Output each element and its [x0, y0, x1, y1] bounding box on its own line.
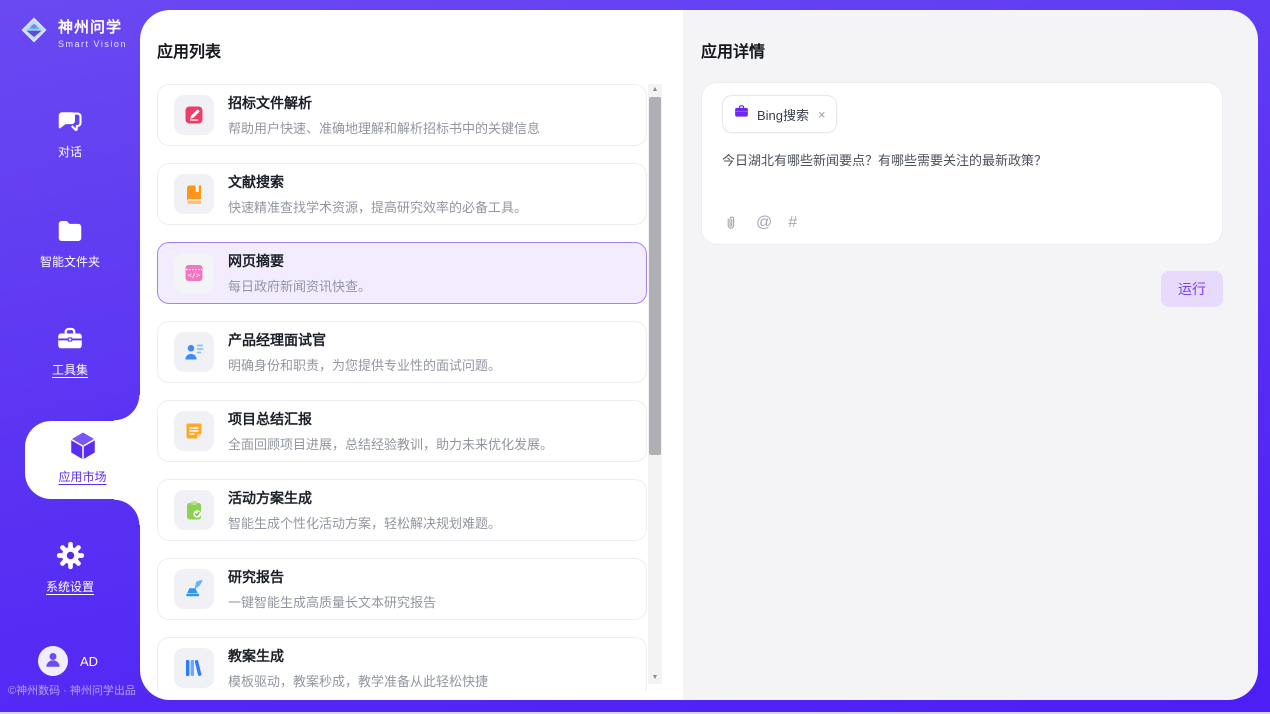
sidebar-item-label: 系统设置 [0, 578, 140, 595]
at-icon[interactable]: @ [756, 214, 772, 232]
sidebar-item-label: 智能文件夹 [0, 253, 140, 270]
scroll-down-icon[interactable]: ▼ [648, 672, 662, 684]
interviewer-icon [174, 332, 214, 372]
diamond-logo-icon [16, 12, 52, 53]
app-title: 网页摘要 [228, 251, 371, 271]
app-card-project-summary[interactable]: 项目总结汇报 全面回顾项目进展，总结经验教训，助力未来优化发展。 [157, 400, 647, 462]
folder-icon [0, 216, 140, 246]
avatar [38, 646, 68, 676]
sidebar-item-settings[interactable]: 系统设置 [0, 540, 140, 595]
svg-text:</>: </> [188, 272, 201, 280]
app-desc: 快速精准查找学术资源，提高研究效率的必备工具。 [228, 197, 527, 216]
app-desc: 一键智能生成高质量长文本研究报告 [228, 592, 436, 611]
app-card-web-summary[interactable]: </> 网页摘要 每日政府新闻资讯快查。 [157, 242, 647, 304]
sidebar-item-smart-folder[interactable]: 智能文件夹 [0, 216, 140, 270]
app-title: 教案生成 [228, 646, 488, 666]
briefcase-icon [733, 103, 750, 125]
browser-code-icon: </> [174, 253, 214, 293]
tool-tag-bing-search[interactable]: Bing搜索 × [722, 95, 837, 133]
app-title: 活动方案生成 [228, 488, 501, 508]
app-logo: 神州问学 Smart Vision [16, 12, 127, 53]
app-card-literature-search[interactable]: 文献搜索 快速精准查找学术资源，提高研究效率的必备工具。 [157, 163, 647, 225]
app-desc: 智能生成个性化活动方案，轻松解决规划难题。 [228, 513, 501, 532]
sidebar-item-label: 应用市场 [25, 468, 140, 485]
logo-title: 神州问学 [58, 16, 127, 37]
app-card-pm-interviewer[interactable]: 产品经理面试官 明确身份和职责，为您提供专业性的面试问题。 [157, 321, 647, 383]
copyright-footer: ©神州数码 · 神州问学出品 [8, 682, 136, 698]
app-title: 研究报告 [228, 567, 436, 587]
tool-tag-label: Bing搜索 [757, 105, 809, 124]
app-title: 产品经理面试官 [228, 330, 501, 350]
note-icon [174, 411, 214, 451]
run-button[interactable]: 运行 [1161, 271, 1223, 307]
sidebar-item-app-market[interactable]: 应用市场 [25, 421, 140, 499]
app-card-tender-parse[interactable]: 招标文件解析 帮助用户快速、准确地理解和解析招标书中的关键信息 [157, 84, 647, 146]
app-card-lesson-plan[interactable]: 教案生成 模板驱动，教案秒成，教学准备从此轻松快捷 [157, 637, 647, 692]
input-toolbar: @ # [722, 214, 797, 232]
scrollbar-thumb[interactable] [649, 97, 661, 455]
app-desc: 每日政府新闻资讯快查。 [228, 276, 371, 295]
books-icon [174, 648, 214, 688]
app-list-title: 应用列表 [157, 38, 221, 62]
logo-subtitle: Smart Vision [58, 39, 127, 49]
book-icon [174, 174, 214, 214]
sidebar: 神州问学 Smart Vision 对话 智能文件夹 [0, 0, 140, 714]
app-desc: 全面回顾项目进展，总结经验教训，助力未来优化发展。 [228, 434, 553, 453]
user-initials: AD [80, 654, 98, 669]
sidebar-item-toolkit[interactable]: 工具集 [0, 324, 140, 378]
gear-icon [0, 540, 140, 571]
pencil-square-icon [174, 95, 214, 135]
sidebar-item-label: 对话 [0, 143, 140, 160]
app-title: 项目总结汇报 [228, 409, 553, 429]
app-desc: 模板驱动，教案秒成，教学准备从此轻松快捷 [228, 671, 488, 690]
close-icon[interactable]: × [818, 108, 826, 121]
app-detail-title: 应用详情 [701, 38, 765, 62]
sidebar-item-label: 工具集 [0, 361, 140, 378]
chat-icon [0, 106, 140, 136]
hash-icon[interactable]: # [788, 214, 797, 232]
app-desc: 帮助用户快速、准确地理解和解析招标书中的关键信息 [228, 118, 540, 137]
sidebar-item-chat[interactable]: 对话 [0, 106, 140, 160]
toolbox-icon [0, 324, 140, 354]
scroll-up-icon[interactable]: ▲ [648, 84, 662, 96]
app-title: 文献搜索 [228, 172, 527, 192]
app-title: 招标文件解析 [228, 93, 540, 113]
paperclip-icon[interactable] [722, 214, 740, 232]
clipboard-check-icon [174, 490, 214, 530]
query-input[interactable]: 今日湖北有哪些新闻要点？有哪些需要关注的最新政策？ [722, 151, 1202, 171]
app-detail-panel: 应用详情 Bing搜索 × 今日湖北有哪些新闻要点？有哪些需要关注的最新政策？ [683, 10, 1258, 700]
app-desc: 明确身份和职责，为您提供专业性的面试问题。 [228, 355, 501, 374]
prompt-input-card: Bing搜索 × 今日湖北有哪些新闻要点？有哪些需要关注的最新政策？ @ # [701, 82, 1223, 245]
cube-icon [25, 429, 140, 463]
app-card-list: 招标文件解析 帮助用户快速、准确地理解和解析招标书中的关键信息 文献搜索 快速精… [157, 84, 647, 692]
ink-quill-icon [174, 569, 214, 609]
app-card-research-report[interactable]: 研究报告 一键智能生成高质量长文本研究报告 [157, 558, 647, 620]
app-list-panel: 应用列表 招标文件解析 帮助用户快速、准确地理解和解析招标书中的关键信息 [140, 10, 683, 700]
user-account[interactable]: AD [38, 646, 98, 676]
app-list-scrollbar[interactable]: ▲ ▼ [648, 84, 662, 684]
person-icon [42, 648, 64, 675]
app-card-event-plan[interactable]: 活动方案生成 智能生成个性化活动方案，轻松解决规划难题。 [157, 479, 647, 541]
main-content: 应用列表 招标文件解析 帮助用户快速、准确地理解和解析招标书中的关键信息 [140, 10, 1258, 700]
